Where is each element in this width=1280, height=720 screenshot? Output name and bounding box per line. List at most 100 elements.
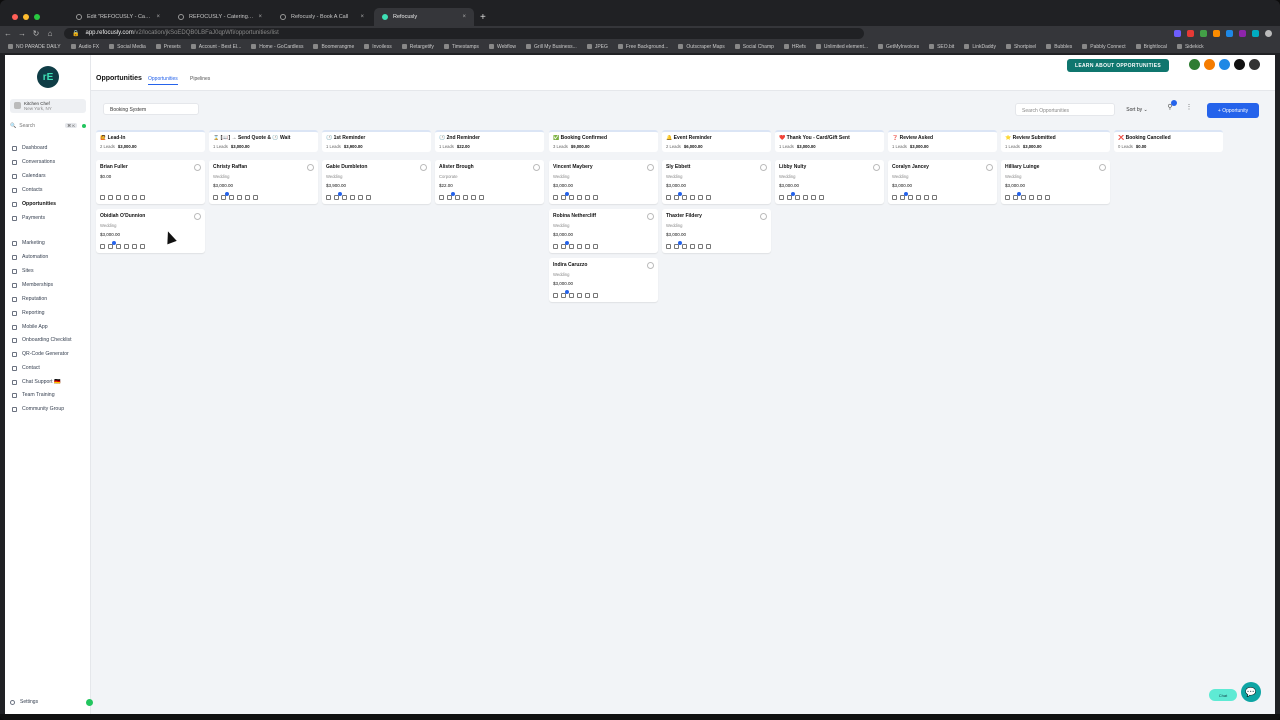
stage-header[interactable]: 🕐 2nd Reminder 1 Leads $22.00 [435,130,544,152]
sidebar-item-mobile-app[interactable]: Mobile App [10,321,90,333]
tag-icon[interactable] [140,195,145,200]
chat-icon[interactable] [326,195,331,200]
task-icon[interactable] [577,195,582,200]
opportunity-search-input[interactable]: Search Opportunities [1015,103,1115,116]
tag-icon[interactable] [1045,195,1050,200]
note-icon[interactable] [116,195,121,200]
tag-icon[interactable] [593,195,598,200]
assignee-avatar-icon[interactable] [420,164,427,171]
assignee-avatar-icon[interactable] [194,164,201,171]
calendar-icon[interactable] [698,244,703,249]
opportunity-card[interactable]: Hilliary Luinge Wedding $3,000.00 [1001,160,1110,204]
bookmark-item[interactable]: NO PARADE DAILY [8,44,61,50]
chat-icon[interactable] [553,244,558,249]
calendar-icon[interactable] [698,195,703,200]
note-icon[interactable] [569,293,574,298]
opportunity-card[interactable]: Libby Nulty Wedding $3,000.00 [775,160,884,204]
sidebar-item-contact[interactable]: Contact [10,362,90,374]
sidebar-item-conversations[interactable]: Conversations [10,156,90,168]
calendar-icon[interactable] [585,195,590,200]
stage-header[interactable]: ⌛ [📖] → Send Quote & 🕐 Wait 1 Leads $3,000… [209,130,318,152]
sidebar-item-marketing[interactable]: Marketing [10,237,90,249]
avatar[interactable] [1189,59,1200,70]
task-icon[interactable] [577,244,582,249]
sidebar-item-reporting[interactable]: Reporting [10,307,90,319]
chat-bubble-icon[interactable]: 💬 [1241,682,1261,702]
stage-header[interactable]: ❤️ Thank You - Card/Gift Sent 1 Leads $3,0… [775,130,884,152]
chat-icon[interactable] [1005,195,1010,200]
note-icon[interactable] [795,195,800,200]
task-icon[interactable] [577,293,582,298]
help-icon[interactable] [1219,59,1230,70]
opportunity-card[interactable]: Robina Nethercliff Wedding $3,000.00 [549,209,658,253]
tag-icon[interactable] [253,195,258,200]
assignee-avatar-icon[interactable] [307,164,314,171]
task-icon[interactable] [350,195,355,200]
phone-icon[interactable] [221,192,229,200]
sidebar-item-payments[interactable]: Payments [10,212,90,224]
tag-icon[interactable] [479,195,484,200]
stage-header[interactable]: 🕐 1st Reminder 1 Leads $3,900.00 [322,130,431,152]
calendar-icon[interactable] [132,244,137,249]
new-tab-plus-icon[interactable]: + [480,12,486,23]
phone-icon[interactable] [334,192,342,200]
learn-about-opportunities-button[interactable]: LEARN ABOUT OPPORTUNITIES [1067,59,1169,72]
task-icon[interactable] [124,195,129,200]
assignee-avatar-icon[interactable] [1099,164,1106,171]
bookmark-item[interactable]: Sidekick [1176,44,1204,50]
phone-icon[interactable] [900,192,908,200]
sidebar-item-chat-support[interactable]: Chat Support 🇩🇪 [10,376,90,388]
forward-arrow-icon[interactable]: → [16,29,28,38]
calendar-icon[interactable] [358,195,363,200]
sidebar-item-settings[interactable]: Settings [10,699,38,705]
assignee-avatar-icon[interactable] [194,213,201,220]
chat-icon[interactable] [439,195,444,200]
chat-icon[interactable] [666,244,671,249]
calendar-icon[interactable] [132,195,137,200]
extension-icon[interactable] [1213,29,1220,37]
bookmark-item[interactable]: Outscraper Maps [678,44,725,50]
phone-icon[interactable] [1234,59,1245,70]
bookmark-item[interactable]: GetMyInvoices [878,44,919,50]
note-icon[interactable] [229,195,234,200]
minimize-window-button[interactable] [23,14,29,20]
close-tab-icon[interactable]: × [258,14,262,20]
calendar-icon[interactable] [1037,195,1042,200]
tag-icon[interactable] [819,195,824,200]
bookmark-item[interactable]: Social Champ [734,44,774,50]
opportunity-card[interactable]: Sly Ebbett Wedding $3,000.00 [662,160,771,204]
note-icon[interactable] [569,195,574,200]
stage-header[interactable]: ❌ Booking Cancelled 0 Leads $0.00 [1114,130,1223,152]
maximize-window-button[interactable] [34,14,40,20]
stage-header[interactable]: 🔔 Event Reminder 2 Leads $6,000.00 [662,130,771,152]
chat-icon[interactable] [213,195,218,200]
note-icon[interactable] [1021,195,1026,200]
opportunity-card[interactable]: Brian Fuller $0.00 [96,160,205,204]
tab-opportunities[interactable]: Opportunities [148,76,178,85]
stage-header[interactable]: ⭐ Review Submitted 1 Leads $3,000.00 [1001,130,1110,152]
note-icon[interactable] [682,195,687,200]
assignee-avatar-icon[interactable] [986,164,993,171]
extension-icon[interactable] [1226,29,1233,37]
note-icon[interactable] [682,244,687,249]
task-icon[interactable] [803,195,808,200]
sidebar-item-team-training[interactable]: Team Training [10,389,90,401]
sidebar-item-sites[interactable]: Sites [10,265,90,277]
extension-icon[interactable] [1174,29,1181,37]
close-tab-icon[interactable]: × [462,14,466,20]
bookmark-item[interactable]: Grill My Business... [526,44,577,50]
phone-icon[interactable] [108,195,113,200]
sidebar-item-reputation[interactable]: Reputation [10,293,90,305]
assignee-avatar-icon[interactable] [533,164,540,171]
bookmark-item[interactable]: Shortpixel [1005,44,1036,50]
back-arrow-icon[interactable]: ← [2,29,14,38]
bookmark-item[interactable]: Account - Best El... [190,44,241,50]
phone-icon[interactable] [787,192,795,200]
sidebar-item-dashboard[interactable]: Dashboard [10,142,90,154]
bookmark-item[interactable]: LinkDaddy [964,44,996,50]
phone-icon[interactable] [1013,192,1021,200]
bookmark-item[interactable]: Bubbles [1046,44,1072,50]
chat-icon[interactable] [100,244,105,249]
extension-icon[interactable] [1239,29,1246,37]
browser-tab[interactable]: Edit "REFOCUSLY - Catering &× [68,8,168,26]
